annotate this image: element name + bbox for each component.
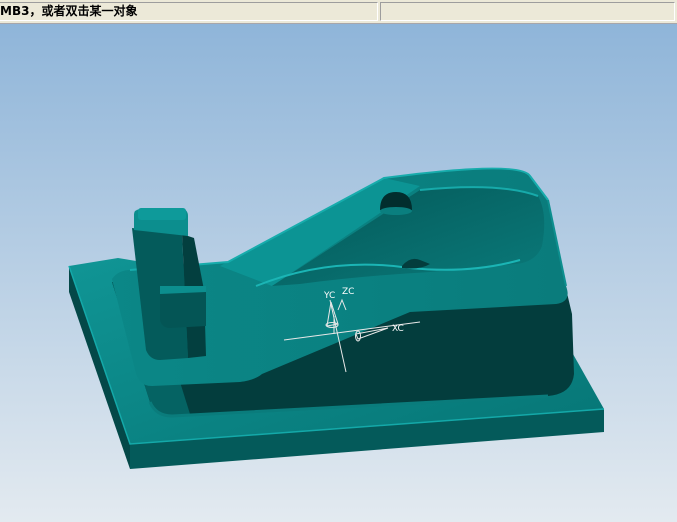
triad-y-label: YC [323,291,335,301]
graphics-viewport[interactable]: XC YC ZC [0,24,677,522]
status-message [380,2,675,21]
status-prompt: MB3，或者双击某一对象 [0,2,378,21]
triad-z-label: ZC [342,287,354,297]
boss-cap [138,208,186,220]
triad-x-label: XC [392,324,404,334]
status-bar: MB3，或者双击某一对象 [0,0,677,24]
